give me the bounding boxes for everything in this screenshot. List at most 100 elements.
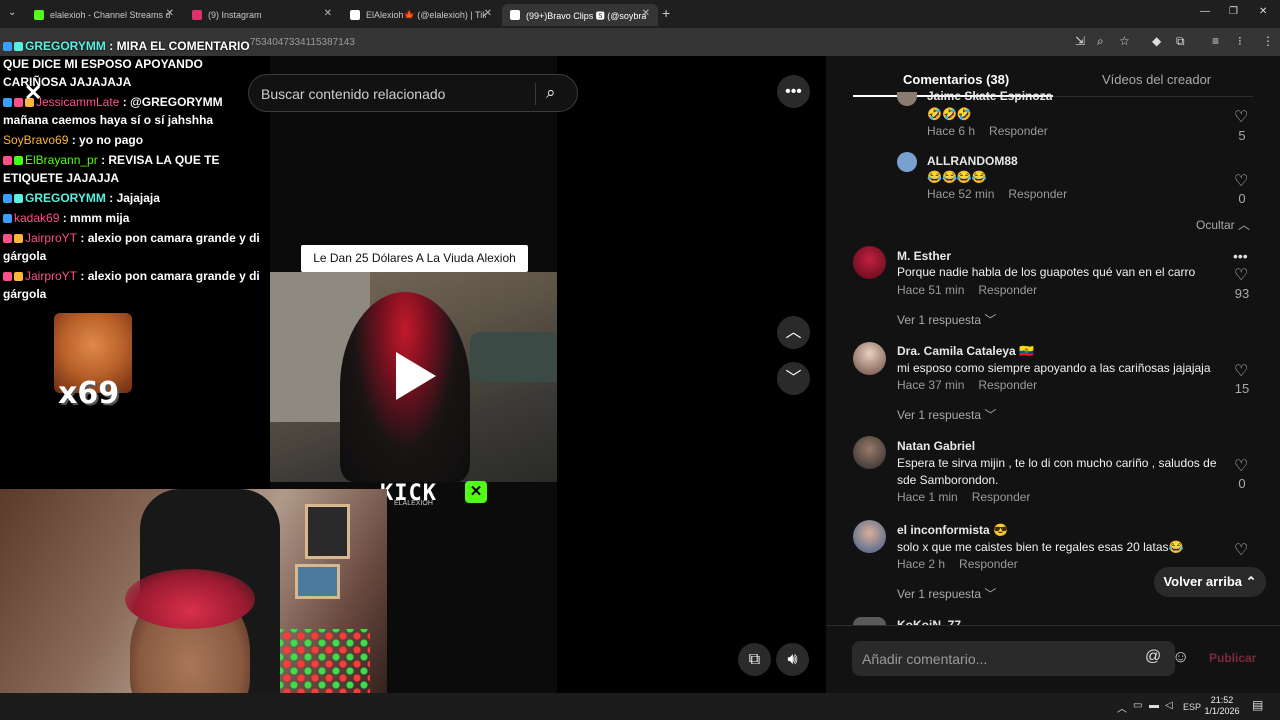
like-heart-icon[interactable]: ♡ [1234,107,1248,127]
badge-icon [3,42,12,51]
chat-user[interactable]: JairproYT [25,269,77,283]
more-options-icon[interactable]: ••• [1233,248,1248,264]
tab-search-icon[interactable]: ⌄ [8,7,16,18]
menu-icon[interactable]: ⋮ [1262,34,1274,48]
reply-button[interactable]: Responder [978,378,1037,392]
bookmark-star-icon[interactable]: ☆ [1119,34,1130,48]
comment-text: Espera te sirva mijin , te lo di con muc… [897,456,1217,487]
add-comment-input[interactable] [862,649,1132,669]
avatar[interactable] [853,342,886,375]
emoji-icon[interactable]: ☺ [1172,647,1189,667]
chat-user[interactable]: JairproYT [25,231,77,245]
volume-icon[interactable]: 🔊︎ [776,643,809,676]
badge-icon [3,234,12,243]
badge-icon [14,194,23,203]
comment-author[interactable]: Natan Gabriel [897,439,975,453]
close-icon[interactable]: ✕ [324,8,332,19]
reply-button[interactable]: Responder [1008,187,1067,201]
reply-button[interactable]: Responder [989,124,1048,138]
search-divider [535,83,536,105]
tab-creator-videos[interactable]: Vídeos del creador [1102,72,1211,87]
chat-message: kadak69 : mmm mija [0,208,270,228]
like-heart-icon[interactable]: ♡ [1234,361,1248,381]
comment-meta: Hace 37 min Responder [897,378,1038,392]
media-icon[interactable]: ≡ [1212,34,1219,48]
view-replies-button[interactable]: Ver 1 respuesta ﹀ [897,585,996,602]
tab-kick[interactable]: elalexioh - Channel Streams on ✕ [26,4,182,26]
chat-user[interactable]: kadak69 [14,211,59,225]
avatar[interactable] [897,152,917,172]
notifications-icon[interactable]: ▤ [1252,698,1263,712]
divider [826,625,1280,626]
puzzle-icon[interactable]: ⧉ [1176,34,1185,49]
avatar[interactable] [853,617,886,625]
reply-button[interactable]: Responder [959,557,1018,571]
extension-icon[interactable]: ◆ [1152,34,1161,48]
close-icon[interactable]: ✕ [166,8,174,19]
tab-instagram[interactable]: (9) Instagram ✕ [184,4,340,26]
like-heart-icon[interactable]: ♡ [1234,456,1248,476]
like-heart-icon[interactable]: ♡ [1234,171,1248,191]
language-indicator[interactable]: ESP [1183,702,1201,712]
chat-user[interactable]: SoyBravo69 [3,133,68,147]
comment-text: 😂😂😂😂 [927,170,987,184]
maximize-icon[interactable]: ❐ [1229,6,1238,17]
chat-user[interactable]: ElBrayann_pr [25,153,98,167]
battery-icon[interactable]: ▬ [1149,700,1159,711]
install-icon[interactable]: ⇲ [1075,34,1085,48]
comment-author[interactable]: ALLRANDOM88 [927,154,1018,168]
windows-taskbar [0,693,1280,720]
back-to-top-button[interactable]: Volver arriba ⌃ [1154,567,1266,597]
more-options-button[interactable]: ••• [777,75,810,108]
network-icon[interactable]: ▭ [1133,700,1142,711]
system-clock[interactable]: 21:52 1/1/2026 [1200,695,1244,717]
comment-composer[interactable] [852,641,1175,676]
streamer-webcam [0,489,387,720]
minimize-icon[interactable]: — [1200,6,1210,17]
avatar[interactable] [853,246,886,279]
comment-author[interactable]: M. Esther [897,249,951,263]
search-bar[interactable] [248,74,578,112]
comment-meta: Hace 6 h Responder [927,124,1048,138]
previous-video-button[interactable]: ︿ [777,316,810,349]
chevron-down-icon: ﹀ [984,408,997,422]
badge-icon [3,156,12,165]
tab-tiktok-bravo[interactable]: (99+)Bravo Clips 🆂 (@soybrav ✕ [502,4,658,26]
chat-user[interactable]: GREGORYMM [25,191,106,205]
tab-tiktok-elalexioh[interactable]: ElAlexioh🍁 (@elalexioh) | TikT ✕ [342,4,500,26]
show-hidden-icons-icon[interactable]: ︿ [1117,700,1127,715]
view-replies-button[interactable]: Ver 1 respuesta ﹀ [897,406,996,423]
mention-icon[interactable]: @ [1145,648,1161,666]
hide-replies-button[interactable]: Ocultar ︿ [1196,216,1250,233]
tab-comments[interactable]: Comentarios (38) [903,72,1009,87]
reply-button[interactable]: Responder [972,490,1031,504]
avatar[interactable] [853,520,886,553]
comment-author[interactable]: Jaime Skate Espinoza [927,91,1052,104]
avatar[interactable] [853,436,886,469]
like-heart-icon[interactable]: ♡ [1234,265,1248,285]
badge-icon [3,98,12,107]
close-icon[interactable]: ✕ [24,80,42,106]
close-icon[interactable]: ✕ [642,8,650,19]
new-tab-button[interactable]: + [662,5,670,21]
chat-user[interactable]: JessicammLate [36,95,119,109]
badge-icon [14,156,23,165]
view-replies-button[interactable]: Ver 1 respuesta ﹀ [897,311,996,328]
miniplayer-button[interactable]: ⧉ [738,643,771,676]
speaker-icon[interactable]: ◁ [1165,700,1173,711]
publish-button[interactable]: Publicar [1209,651,1256,665]
like-heart-icon[interactable]: ♡ [1234,540,1248,560]
search-input[interactable] [261,83,531,105]
play-icon[interactable] [396,352,436,400]
profile-icon[interactable]: ⁝ [1238,34,1242,48]
reply-button[interactable]: Responder [978,283,1037,297]
chat-user[interactable]: GREGORYMM [25,39,106,53]
comment-author[interactable]: el inconformista 😎 [897,523,1008,537]
close-window-icon[interactable]: ✕ [1259,6,1267,17]
close-icon[interactable]: ✕ [484,8,492,19]
badge-icon [3,194,12,203]
comment-author[interactable]: Dra. Camila Cataleya 🇪🇨 [897,344,1034,358]
zoom-icon[interactable]: ⌕ [1097,34,1104,49]
next-video-button[interactable]: ﹀ [777,362,810,395]
search-icon[interactable]: ⌕ [546,83,556,103]
